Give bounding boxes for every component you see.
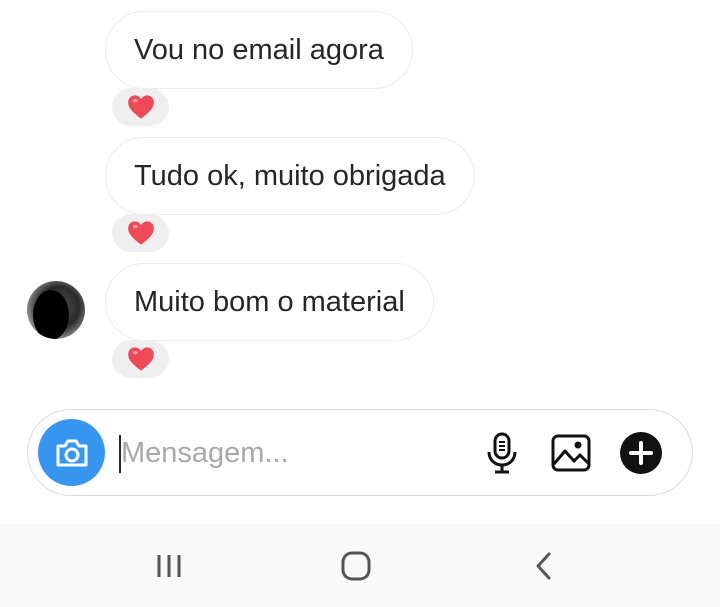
microphone-icon bbox=[487, 432, 517, 474]
recent-apps-icon bbox=[157, 555, 181, 577]
message-text: Vou no email agora bbox=[134, 33, 384, 66]
add-button[interactable] bbox=[619, 431, 663, 475]
home-button[interactable] bbox=[334, 544, 378, 588]
message-reaction[interactable] bbox=[112, 214, 169, 252]
home-icon bbox=[341, 551, 371, 581]
gallery-icon bbox=[551, 434, 591, 472]
message-text: Muito bom o material bbox=[134, 285, 405, 318]
back-chevron-icon bbox=[536, 552, 551, 580]
message-reaction[interactable] bbox=[112, 88, 169, 126]
back-button[interactable] bbox=[522, 544, 566, 588]
camera-button[interactable] bbox=[38, 419, 105, 486]
message-input[interactable] bbox=[121, 428, 461, 478]
message-reaction[interactable] bbox=[112, 340, 169, 378]
chat-screen: Vou no email agora Tudo ok, muito obriga… bbox=[0, 0, 720, 607]
message-bubble[interactable]: Vou no email agora bbox=[105, 11, 413, 89]
heart-icon bbox=[127, 347, 154, 371]
camera-icon bbox=[56, 439, 87, 466]
recent-apps-button[interactable] bbox=[147, 544, 191, 588]
message-composer bbox=[27, 409, 693, 496]
sender-avatar[interactable] bbox=[27, 281, 85, 339]
system-navigation-bar bbox=[0, 524, 720, 607]
microphone-button[interactable] bbox=[480, 431, 524, 475]
gallery-button[interactable] bbox=[549, 431, 593, 475]
heart-icon bbox=[127, 221, 154, 245]
plus-circle-icon bbox=[620, 432, 662, 474]
message-bubble[interactable]: Tudo ok, muito obrigada bbox=[105, 137, 475, 215]
heart-icon bbox=[127, 95, 154, 119]
message-text: Tudo ok, muito obrigada bbox=[134, 159, 446, 192]
message-bubble[interactable]: Muito bom o material bbox=[105, 263, 434, 341]
